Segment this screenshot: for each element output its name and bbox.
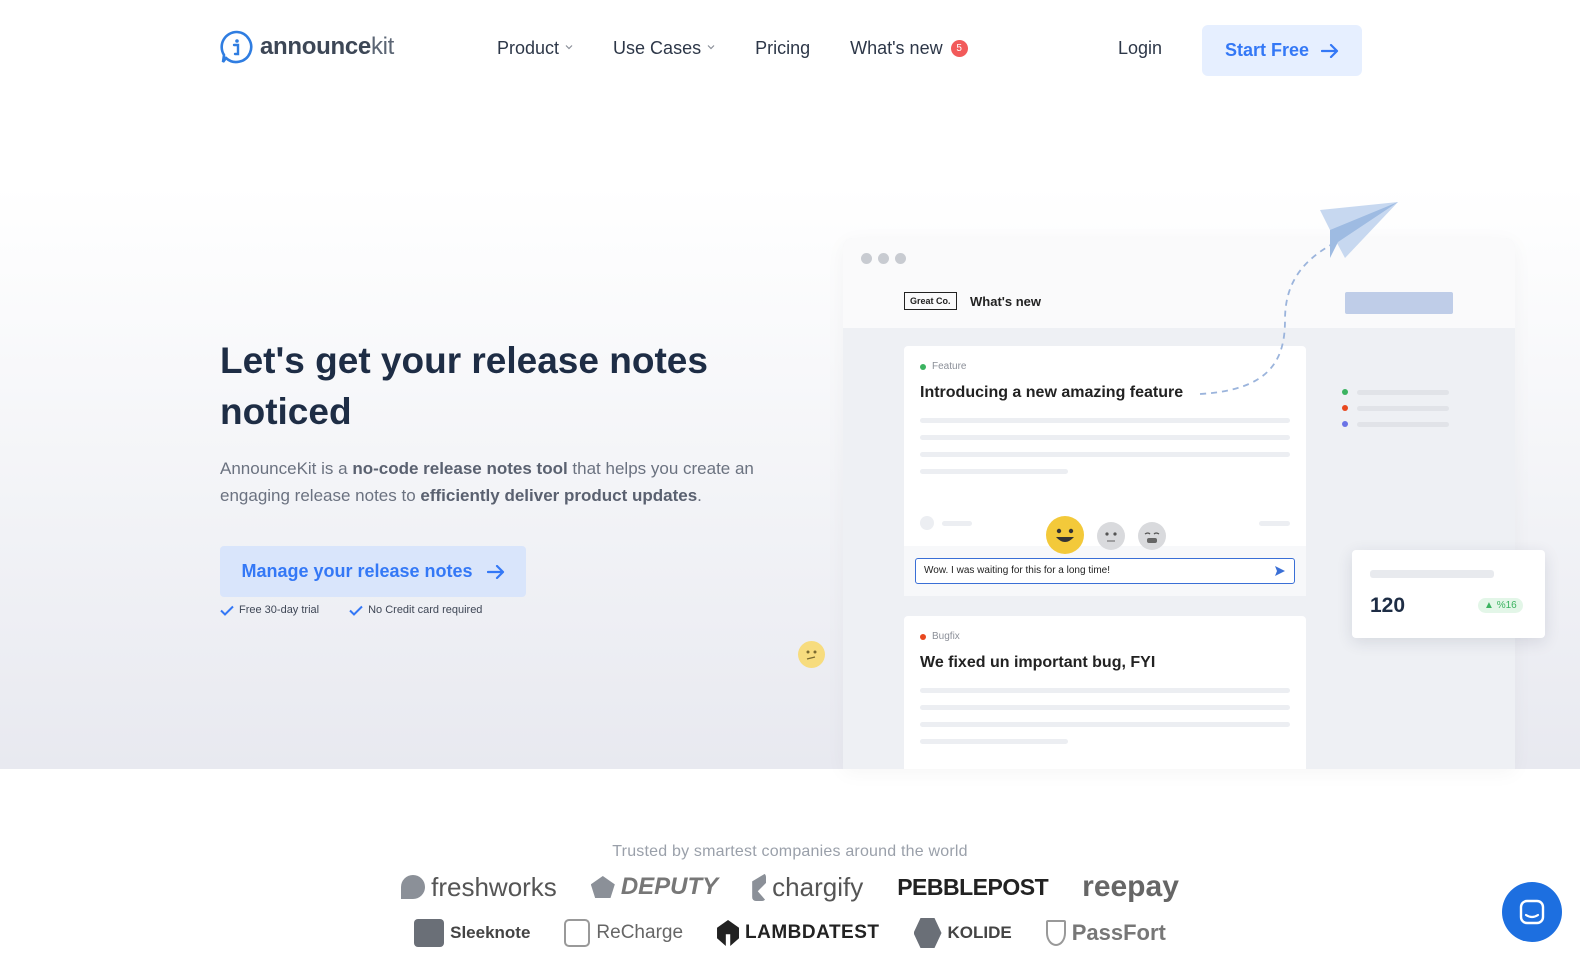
logo-reepay: reepay [1082,870,1179,903]
benefit-no-card: No Credit card required [349,604,482,616]
logo-sleeknote: Sleeknote [414,919,530,947]
logo-kolide: KOLIDE [913,918,1012,948]
stat-value: 120 [1370,594,1406,617]
hero-description: AnnounceKit is a no-code release notes t… [220,459,754,505]
benefit-trial: Free 30-day trial [220,604,319,616]
paper-plane-icon [1199,202,1398,395]
window-dots [861,253,906,264]
chevron-down-icon [707,45,715,50]
chat-icon [1519,899,1545,925]
cta-label: Manage your release notes [241,561,473,581]
logo-lambdatest: LAMBDATEST [717,920,879,946]
send-icon[interactable] [1274,565,1286,577]
stat-change-badge: ▲ %16 [1478,598,1523,613]
hero-title: Let's get your release notes noticed [220,340,708,432]
logo-deputy: DEPUTY [590,873,718,901]
post-title: We fixed un important bug, FYI [920,654,1156,671]
neutral-emoji-icon [1097,522,1125,550]
cta-benefits: Free 30-day trial No Credit card require… [220,604,482,616]
benefit-label: Free 30-day trial [239,604,320,616]
logo-chargify: chargify [752,872,863,903]
nav-item-product[interactable]: Product [497,38,573,59]
chat-launcher-button[interactable] [1502,882,1562,942]
mockup-header-title: What's new [970,294,1041,309]
nav-item-label: Use Cases [613,38,702,58]
customer-logos-row-2: Sleeknote ReCharge LAMBDATEST KOLIDE Pas… [0,918,1580,948]
start-free-label: Start Free [1224,40,1310,60]
stat-card: 120 ▲ %16 [1352,550,1545,638]
trusted-heading: Trusted by smartest companies around the… [612,843,968,860]
post-tag: Feature [920,361,966,372]
mockup-post-bugfix: Bugfix We fixed un important bug, FYI [904,616,1306,769]
logo-freshworks: freshworks [401,872,557,903]
login-link[interactable]: Login [1118,38,1162,59]
customer-logos-row-1: freshworks DEPUTY chargify PEBBLEPOST re… [0,870,1580,904]
arrow-right-icon [1321,43,1339,58]
logo-pebblepost: PEBBLEPOST [897,873,1049,900]
chevron-down-icon [565,45,573,50]
mockup-header: Great Co. What's new [843,238,1515,328]
nav-item-whats-new[interactable]: What's new 5 [850,38,968,59]
nav-item-pricing[interactable]: Pricing [755,38,810,59]
brand-logo[interactable]: announcekit [220,30,394,64]
logo-icon [220,30,253,64]
mockup-brand-box: Great Co. [904,292,957,310]
tired-emoji-icon [1138,522,1166,550]
check-icon [220,605,234,616]
manage-release-notes-button[interactable]: Manage your release notes [220,546,526,597]
nav-links: Product Use Cases Pricing What's new 5 [497,38,968,59]
notification-badge: 5 [950,40,968,57]
confused-emoji-icon [798,641,825,668]
brand-name: announcekit [260,33,395,60]
nav-item-label: Pricing [755,38,811,58]
post-title: Introducing a new amazing feature [920,384,1184,401]
nav-item-label: Product [497,38,560,58]
post-tag: Bugfix [920,631,960,642]
nav-item-use-cases[interactable]: Use Cases [613,38,715,59]
reply-text: Wow. I was waiting for this for a long t… [924,565,1111,576]
logo-recharge: ReCharge [564,919,683,947]
happy-emoji-icon [1046,516,1084,554]
top-nav: announcekit Product Use Cases Pricing Wh… [0,0,1580,100]
arrow-right-icon [486,564,504,579]
nav-item-label: What's new [850,38,943,58]
start-free-button[interactable]: Start Free [1202,25,1362,76]
check-icon [349,605,363,616]
reply-input[interactable]: Wow. I was waiting for this for a long t… [915,558,1295,584]
benefit-label: No Credit card required [368,604,483,616]
product-mockup: Great Co. What's new Feature Introducing… [843,238,1515,769]
logo-passfort: PassFort [1045,920,1166,946]
